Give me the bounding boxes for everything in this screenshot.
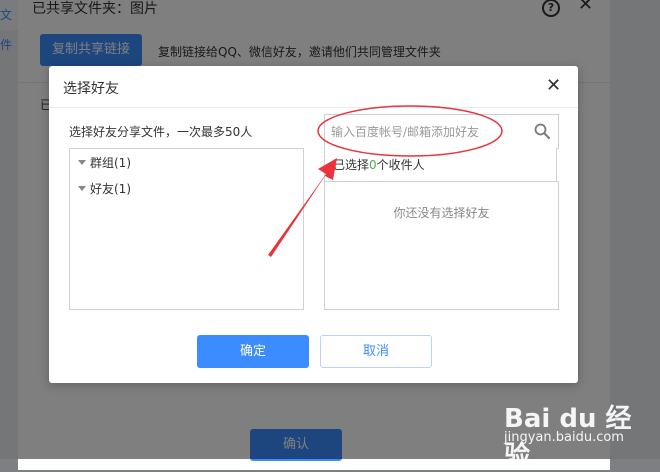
modal-title: 选择好友 — [63, 81, 119, 97]
tree-item-label: 好友(1) — [90, 182, 131, 196]
caret-down-icon — [78, 160, 86, 165]
cancel-button[interactable]: 取消 — [320, 335, 432, 368]
modal-header-divider — [49, 107, 578, 108]
friend-search-input[interactable] — [329, 120, 533, 144]
select-friends-modal: 选择好友 ✕ 选择好友分享文件，一次最多50人 群组(1) 好友(1) 已选择0… — [49, 66, 578, 383]
watermark-site: jingyan.baidu.com — [504, 430, 624, 445]
empty-selection-text: 你还没有选择好友 — [393, 206, 490, 220]
selected-prefix: 已选择 — [333, 158, 370, 172]
caret-down-icon — [78, 186, 86, 191]
selected-recipients-list: 你还没有选择好友 — [324, 181, 559, 310]
select-friends-hint: 选择好友分享文件，一次最多50人 — [69, 125, 253, 139]
close-icon[interactable]: ✕ — [546, 76, 561, 96]
tree-item-groups[interactable]: 群组(1) — [78, 154, 131, 171]
ok-button[interactable]: 确定 — [197, 335, 309, 368]
tree-item-label: 群组(1) — [90, 156, 131, 170]
baidu-jingyan-watermark: Bai du 经验 jingyan.baidu.com — [504, 398, 654, 471]
selected-recipients-count: 已选择0个收件人 — [324, 148, 557, 181]
search-icon[interactable] — [534, 123, 550, 139]
friends-tree-panel: 群组(1) 好友(1) — [69, 148, 304, 310]
selected-count: 0 — [369, 158, 377, 172]
tree-item-friends[interactable]: 好友(1) — [78, 180, 131, 197]
friend-search-box — [324, 114, 559, 149]
selected-suffix: 个收件人 — [376, 158, 425, 172]
